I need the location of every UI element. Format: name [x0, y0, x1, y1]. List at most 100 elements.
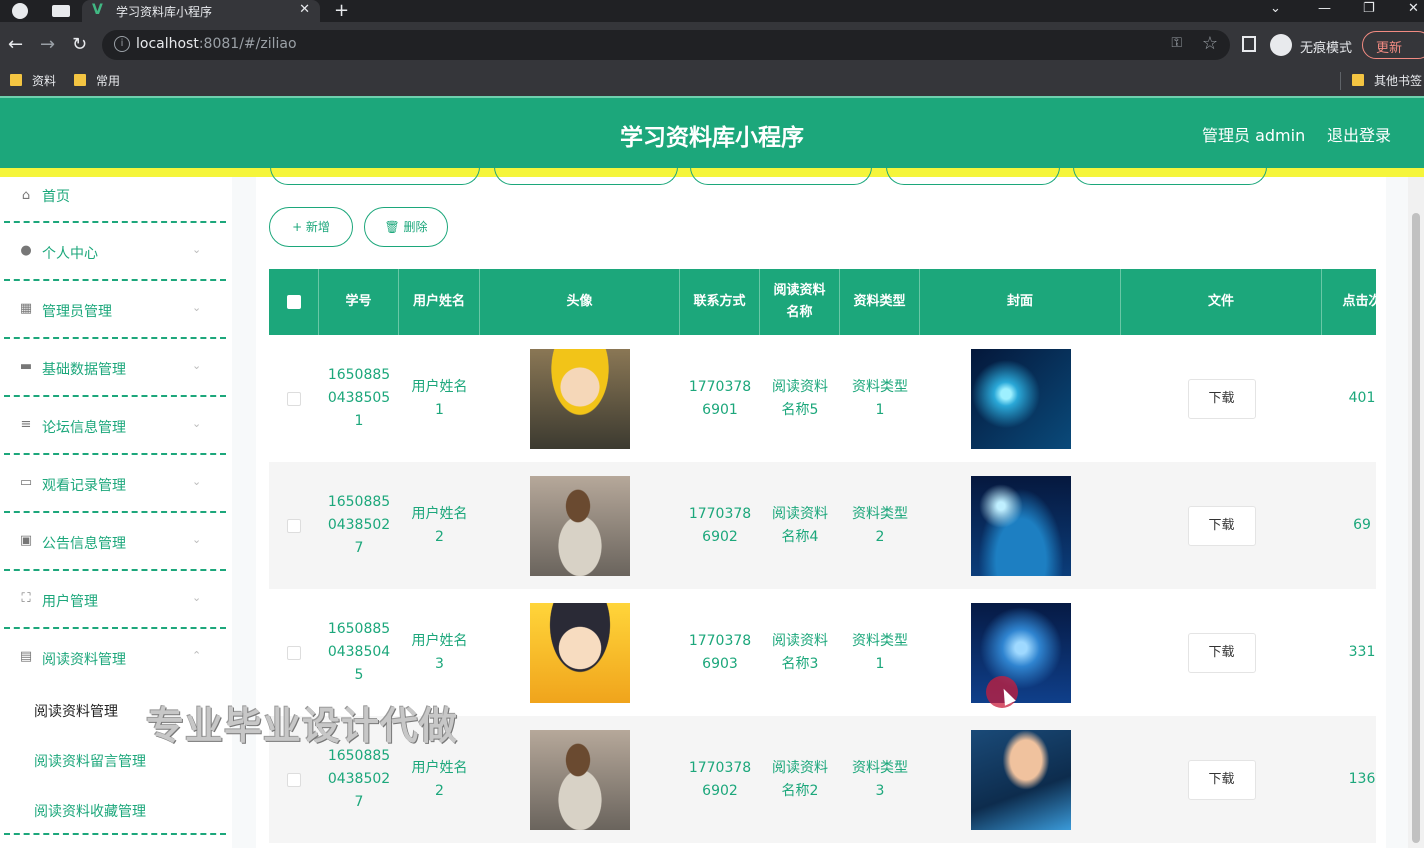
- search-field-5[interactable]: [1073, 167, 1267, 185]
- click-count: 69: [1353, 517, 1371, 533]
- home-icon: ⌂: [21, 188, 31, 203]
- update-label: 更新: [1376, 41, 1403, 56]
- cover-cell: [920, 335, 1121, 462]
- avatar[interactable]: [530, 729, 630, 830]
- update-button[interactable]: 更新: [1362, 31, 1424, 59]
- row-checkbox[interactable]: [287, 518, 301, 533]
- col-header-file: 文件: [1121, 269, 1322, 335]
- download-button[interactable]: 下载: [1187, 505, 1256, 546]
- sidebar-item-reading[interactable]: ▤ 阅读资料管理 ⌃: [4, 629, 226, 669]
- tab-strip-icon[interactable]: [52, 5, 70, 17]
- fullscreen-icon: ⛶: [21, 591, 31, 606]
- sidebar-subitem-reading-manage[interactable]: 阅读资料管理: [34, 701, 118, 721]
- reading-name-line: 阅读资料: [772, 759, 828, 776]
- col-header-cover: 封面: [920, 269, 1121, 335]
- sidebar-item-notices[interactable]: ▣ 公告信息管理 ⌄: [4, 513, 226, 571]
- phone: 1770378 6903: [689, 630, 751, 676]
- forward-icon[interactable]: →: [40, 34, 55, 55]
- cover-image[interactable]: [970, 729, 1071, 830]
- key-icon[interactable]: ⚿: [1171, 35, 1182, 51]
- incognito-label: 无痕模式: [1300, 41, 1353, 56]
- incognito-icon[interactable]: [1270, 34, 1292, 56]
- type-cell: 资料类型 3: [840, 716, 920, 843]
- cover-image[interactable]: [970, 475, 1071, 576]
- side-panel-icon[interactable]: [1242, 36, 1256, 52]
- col-header-student-no: 学号: [319, 269, 399, 335]
- cover-image[interactable]: [970, 348, 1071, 449]
- phone: 1770378 6902: [689, 757, 751, 803]
- tab-search-icon[interactable]: ⌄: [1270, 1, 1281, 16]
- username: 用户姓名 3: [412, 630, 468, 676]
- table-header: 学号 用户姓名 头像 联系方式 阅读资料名称 资料类型 封面 文件 点击次: [269, 269, 1376, 335]
- search-field-4[interactable]: [886, 167, 1060, 185]
- student-no: 1650885 0438502 7: [328, 491, 390, 560]
- reading-name: 阅读资料 名称3: [772, 630, 828, 676]
- scrollbar-thumb[interactable]: [1412, 213, 1420, 843]
- sidebar-item-users[interactable]: ⛶ 用户管理 ⌄: [4, 571, 226, 629]
- reading-name-cell: 阅读资料 名称2: [760, 716, 840, 843]
- reading-name-line: 阅读资料: [772, 632, 828, 649]
- download-button[interactable]: 下载: [1187, 378, 1256, 419]
- new-tab-icon[interactable]: +: [334, 0, 349, 21]
- phone-cell: 1770378 6902: [680, 716, 760, 843]
- bookmark-folder-2[interactable]: 常用: [74, 72, 120, 89]
- reading-name: 阅读资料 名称5: [772, 376, 828, 422]
- avatar[interactable]: [530, 475, 630, 576]
- back-icon[interactable]: ←: [8, 34, 23, 55]
- globe-icon[interactable]: [12, 3, 28, 19]
- row-select-cell: [269, 462, 319, 589]
- sidebar-subitem-reading-favorites[interactable]: 阅读资料收藏管理: [34, 801, 146, 821]
- reload-icon[interactable]: ↻: [72, 34, 87, 55]
- chat-icon: ▬: [19, 359, 33, 374]
- avatar[interactable]: [530, 348, 630, 449]
- address-bar: ← → ↻ i localhost:8081/#/ziliao ⚿ ☆ 无痕模式…: [0, 22, 1424, 68]
- select-all-checkbox[interactable]: [286, 295, 301, 309]
- table-row[interactable]: 1650885 0438505 1 用户姓名 1 1770378 6901 阅读资料 名称5 资料…: [269, 335, 1376, 462]
- username-line: 用户姓名: [411, 378, 468, 395]
- avatar-cell: [480, 716, 680, 843]
- student-no-line: 0438505: [327, 390, 391, 406]
- type-cell: 资料类型 1: [840, 335, 920, 462]
- sidebar-item-label: 基础数据管理: [42, 362, 126, 378]
- row-checkbox[interactable]: [287, 645, 301, 660]
- delete-button[interactable]: 🗑 删除: [364, 207, 448, 247]
- sidebar-item-home[interactable]: ⌂ 首页: [4, 177, 226, 223]
- bookmark-folder-1[interactable]: 资料: [10, 72, 56, 89]
- sidebar-subitem-reading-comments[interactable]: 阅读资料留言管理: [34, 751, 146, 771]
- student-no-line: 7: [354, 540, 364, 556]
- search-field-2[interactable]: [494, 167, 678, 185]
- site-info-icon[interactable]: i: [114, 36, 130, 52]
- other-bookmarks[interactable]: 其他书签: [1352, 72, 1422, 89]
- table-row[interactable]: 1650885 0438502 7 用户姓名 2 1770378 6902 阅读资料 名称4 资料…: [269, 462, 1376, 589]
- username-cell: 用户姓名 1: [399, 335, 480, 462]
- browser-tab[interactable]: V 学习资料库小程序 ✕: [82, 0, 320, 22]
- restore-icon[interactable]: ❐: [1363, 1, 1375, 16]
- sliders-icon: ≡: [20, 417, 32, 432]
- close-tab-icon[interactable]: ✕: [299, 2, 310, 17]
- minimize-icon[interactable]: —: [1318, 1, 1331, 16]
- sidebar-item-profile[interactable]: ● 个人中心 ⌄: [4, 223, 226, 281]
- sidebar-item-admins[interactable]: ▦ 管理员管理 ⌄: [4, 281, 226, 339]
- bookmark-star-icon[interactable]: ☆: [1202, 33, 1218, 54]
- add-button[interactable]: + 新增: [269, 207, 353, 247]
- select-all-cell: [269, 269, 319, 335]
- url-field[interactable]: i localhost:8081/#/ziliao ⚿ ☆: [102, 30, 1230, 60]
- file-cell: 下载: [1121, 716, 1322, 843]
- logout-link[interactable]: 退出登录: [1327, 122, 1391, 146]
- download-button[interactable]: 下载: [1187, 759, 1256, 800]
- sidebar-item-label: 个人中心: [42, 246, 98, 262]
- download-button[interactable]: 下载: [1187, 632, 1256, 673]
- sidebar-item-forum[interactable]: ≡ 论坛信息管理 ⌄: [4, 397, 226, 455]
- row-checkbox[interactable]: [287, 391, 301, 406]
- row-checkbox[interactable]: [287, 772, 301, 787]
- sidebar-item-watch-records[interactable]: ▭ 观看记录管理 ⌄: [4, 455, 226, 513]
- avatar[interactable]: [530, 602, 630, 703]
- search-field-1[interactable]: [270, 167, 480, 185]
- close-window-icon[interactable]: ✕: [1408, 1, 1419, 16]
- col-header-avatar: 头像: [480, 269, 680, 335]
- col-header-clicks: 点击次: [1342, 294, 1376, 309]
- student-no-line: 7: [354, 794, 364, 810]
- search-field-3[interactable]: [690, 167, 872, 185]
- sidebar-item-base-data[interactable]: ▬ 基础数据管理 ⌄: [4, 339, 226, 397]
- admin-user-label: 管理员 admin: [1202, 126, 1306, 145]
